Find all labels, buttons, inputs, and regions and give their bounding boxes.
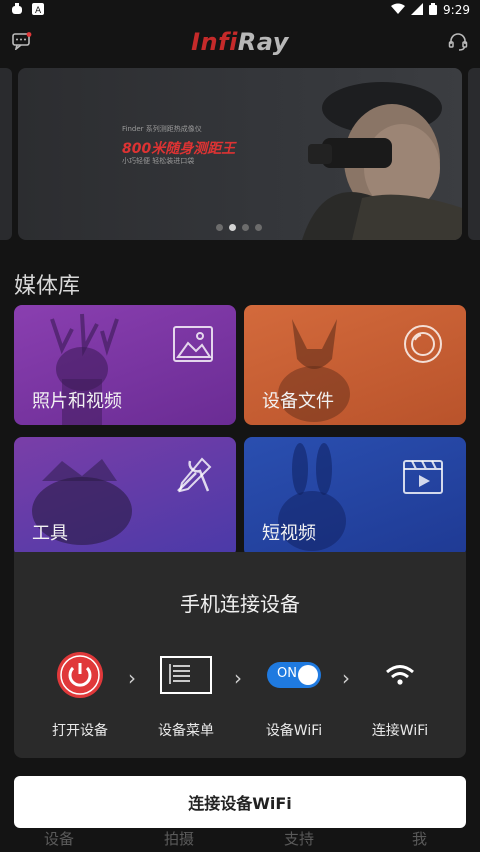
step-label: 连接WiFi <box>371 723 429 739</box>
banner-tagline: 小巧轻便 轻松装进口袋 <box>122 157 195 165</box>
chevron-right-icon: › <box>342 666 350 690</box>
toggle-text: ON <box>277 666 297 681</box>
status-time: 9:29 <box>443 3 470 17</box>
battery-icon <box>429 2 438 18</box>
tile-tools[interactable]: 工具 <box>14 437 236 557</box>
toggle-on-icon: ON <box>244 652 344 698</box>
nav-item-capture[interactable]: 拍摄 <box>164 828 194 849</box>
app-bar: InfiRay <box>0 22 480 62</box>
nav-item-me[interactable]: 我 <box>412 828 427 849</box>
nav-item-device[interactable]: 设备 <box>44 828 74 849</box>
power-icon <box>30 652 130 698</box>
message-icon[interactable] <box>12 32 32 52</box>
disc-icon <box>402 323 444 365</box>
tile-label: 设备文件 <box>262 391 334 412</box>
step-device-menu: 设备菜单 <box>136 652 236 740</box>
banner-subtitle: Finder 系列测距热成像仪 <box>122 125 202 133</box>
video-icon <box>402 455 444 497</box>
bug-icon <box>10 2 24 18</box>
carousel-dot-active[interactable] <box>229 224 236 231</box>
banner-headline: 800米随身测距王 <box>122 141 236 157</box>
step-label: 设备WiFi <box>265 723 323 739</box>
bottom-nav: 设备 拍摄 支持 我 <box>0 826 480 852</box>
banner-slide[interactable]: Finder 系列测距热成像仪 800米随身测距王 小巧轻便 轻松装进口袋 <box>18 68 462 240</box>
step-device-wifi: ON 设备WiFi <box>244 652 344 740</box>
banner-prev-peek[interactable] <box>0 68 12 240</box>
banner-next-peek[interactable] <box>468 68 480 240</box>
status-bar: A 9:29 <box>0 0 480 20</box>
step-connect-wifi: 连接WiFi <box>350 652 450 740</box>
chevron-right-icon: › <box>234 666 242 690</box>
tile-device-files[interactable]: 设备文件 <box>244 305 466 425</box>
image-icon <box>172 323 214 365</box>
menu-screen-icon <box>136 652 236 698</box>
step-power-on: 打开设备 <box>30 652 130 740</box>
brand-logo: InfiRay <box>191 28 289 56</box>
connect-device-wifi-button[interactable]: 连接设备WiFi <box>14 776 466 828</box>
carousel-dot[interactable] <box>255 224 262 231</box>
tile-label: 照片和视频 <box>32 391 122 412</box>
step-label: 设备菜单 <box>158 723 214 739</box>
media-library-title: 媒体库 <box>14 274 81 299</box>
tile-short-videos[interactable]: 短视频 <box>244 437 466 557</box>
wifi-icon <box>350 652 450 698</box>
tile-label: 短视频 <box>262 523 316 544</box>
headset-icon[interactable] <box>448 32 468 52</box>
a-icon: A <box>32 2 44 18</box>
tools-icon <box>172 455 214 497</box>
chevron-right-icon: › <box>128 666 136 690</box>
connect-device-panel: 手机连接设备 打开设备 › 设备菜单 › ON 设备WiFi › 连接WiFi <box>14 552 466 758</box>
wifi-icon <box>391 3 406 18</box>
connect-panel-title: 手机连接设备 <box>180 592 300 616</box>
hunter-photo <box>302 82 462 240</box>
carousel-dot[interactable] <box>242 224 249 231</box>
svg-text:A: A <box>35 6 42 15</box>
carousel-indicator <box>216 224 262 231</box>
carousel-dot[interactable] <box>216 224 223 231</box>
signal-icon <box>411 2 424 18</box>
nav-item-support[interactable]: 支持 <box>284 828 314 849</box>
banner-carousel[interactable]: Finder 系列测距热成像仪 800米随身测距王 小巧轻便 轻松装进口袋 <box>0 68 480 240</box>
tile-photos-videos[interactable]: 照片和视频 <box>14 305 236 425</box>
tile-label: 工具 <box>32 523 68 544</box>
step-label: 打开设备 <box>52 723 108 739</box>
